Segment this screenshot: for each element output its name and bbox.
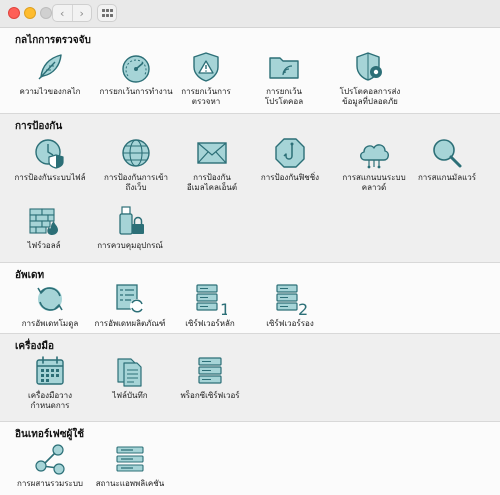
server-2-icon: 2 — [276, 284, 307, 316]
share-nodes-icon — [35, 444, 65, 475]
usb-lock-icon — [119, 206, 144, 235]
folder-wifi-icon — [269, 57, 299, 79]
log-files-icon — [117, 358, 142, 387]
item-label: เซิร์ฟเวอร์รอง — [266, 319, 314, 328]
item-label: เซิร์ฟเวอร์หลัก — [185, 319, 235, 328]
item-secure-protocols[interactable]: โปรโตคอลการส่ง ข้อมูลที่ปลอดภัย — [326, 50, 414, 107]
item-label: การสแกนมัลแวร์ — [417, 173, 477, 182]
item-label: การยกเว้นการ ตรวจหา — [181, 87, 231, 106]
preferences-window: ‹ › กลไกการตรวจจับ ความไวของกลไก การยกเว… — [0, 0, 500, 495]
item-file-system-protection[interactable]: การป้องกันระบบไฟล์ — [6, 136, 94, 183]
section-update: อัพเดท การอัพเดทโมดูล การอัพเดทผลิตภัณฑ์ — [0, 263, 500, 333]
item-application-statuses[interactable]: สถานะแอพพลิเคชัน — [86, 442, 174, 489]
title-bar: ‹ › — [0, 0, 500, 28]
close-window-button[interactable] — [8, 7, 20, 19]
zoom-window-button[interactable] — [40, 7, 52, 19]
server-1-icon: 1 — [196, 284, 227, 316]
item-device-control[interactable]: การควบคุมอุปกรณ์ — [86, 204, 174, 251]
hook-icon — [275, 138, 305, 168]
navigation-buttons: ‹ › — [52, 4, 92, 22]
section-title: อัพเดท — [15, 270, 45, 281]
gauge-icon — [122, 55, 150, 83]
envelope-icon — [197, 142, 227, 164]
item-engine-sensitivity[interactable]: ความไวของกลไก — [6, 50, 94, 97]
item-system-integration[interactable]: การผสานรวมระบบ — [6, 442, 94, 489]
grid-icon — [101, 8, 113, 17]
item-label: การอัพเดทโมดูล — [21, 319, 79, 328]
section-title: การป้องกัน — [15, 121, 63, 132]
shield-gear-icon — [356, 52, 382, 81]
item-label: การป้องกันการเข้า ถึงเว็บ — [103, 173, 169, 192]
section-title: อินเทอร์เฟซผู้ใช้ — [15, 429, 85, 440]
section-protection: การป้องกัน การป้องกันระบบไฟล์ การป้องกัน… — [0, 114, 500, 262]
item-label: การป้องกันระบบไฟล์ — [14, 173, 86, 182]
minimize-window-button[interactable] — [24, 7, 36, 19]
firewall-icon — [29, 208, 58, 235]
item-label: พร็อกซีเซิร์ฟเวอร์ — [180, 391, 240, 400]
item-web-access-protection[interactable]: การป้องกันการเข้า ถึงเว็บ — [92, 136, 180, 193]
calendar-icon — [36, 356, 64, 385]
show-all-button[interactable] — [97, 4, 117, 22]
item-label: เครื่องมือวาง กำหนดการ — [27, 391, 73, 410]
feather-icon — [38, 54, 62, 80]
item-label: การอัพเดทผลิตภัณฑ์ — [94, 319, 166, 328]
cloud-icon — [360, 144, 389, 169]
clock-shield-icon — [35, 139, 64, 169]
server-number: 1 — [220, 300, 227, 316]
status-list-icon — [116, 446, 144, 472]
item-product-updates[interactable]: การอัพเดทผลิตภัณฑ์ — [86, 282, 174, 329]
item-label: การป้องกันฟิชชิ่ง — [260, 173, 320, 182]
item-secondary-server[interactable]: 2 เซิร์ฟเวอร์รอง — [246, 282, 334, 329]
item-scheduler[interactable]: เครื่องมือวาง กำหนดการ — [6, 354, 94, 411]
item-primary-server[interactable]: 1 เซิร์ฟเวอร์หลัก — [166, 282, 254, 329]
section-title: เครื่องมือ — [15, 341, 54, 352]
proxy-server-icon — [198, 357, 222, 384]
product-update-icon — [116, 284, 144, 313]
item-email-client-protection[interactable]: การป้องกัน อีเมลไคลเอ็นต์ — [168, 136, 256, 193]
item-proxy-server[interactable]: พร็อกซีเซิร์ฟเวอร์ — [166, 354, 254, 401]
item-label: การป้องกัน อีเมลไคลเอ็นต์ — [186, 173, 238, 192]
section-user-interface: อินเทอร์เฟซผู้ใช้ การผสานรวมระบบ สถานะแอ… — [0, 422, 500, 495]
item-firewall[interactable]: ไฟร์วอลล์ — [0, 204, 88, 251]
section-tools: เครื่องมือ เครื่องมือวาง กำหนดการ ไฟล์บั — [0, 334, 500, 421]
section-title: กลไกการตรวจจับ — [15, 35, 91, 46]
back-button[interactable]: ‹ — [53, 5, 73, 21]
forward-button[interactable]: › — [73, 5, 92, 21]
item-label: การผสานรวมระบบ — [17, 479, 83, 488]
item-label: โปรโตคอลการส่ง ข้อมูลที่ปลอดภัย — [339, 87, 401, 106]
item-log-files[interactable]: ไฟล์บันทึก — [86, 354, 174, 401]
section-detection-engine: กลไกการตรวจจับ ความไวของกลไก การยกเว้นกา… — [0, 28, 500, 113]
warning-shield-icon — [193, 52, 219, 82]
item-label: ความไวของกลไก — [19, 87, 81, 96]
server-number: 2 — [298, 300, 307, 316]
item-antiphishing-protection[interactable]: การป้องกันฟิชชิ่ง — [246, 136, 334, 183]
item-label: สถานะแอพพลิเคชัน — [95, 479, 165, 488]
magnifier-icon — [433, 139, 462, 168]
item-label: การยกเว้น โปรโตคอล — [264, 87, 304, 106]
item-label: การสแกนบนระบบ คลาวด์ — [342, 173, 406, 192]
refresh-icon — [37, 287, 63, 311]
item-malware-scans[interactable]: การสแกนมัลแวร์ — [403, 136, 491, 183]
item-label: ไฟล์บันทึก — [112, 391, 148, 400]
item-detection-exclusions[interactable]: การยกเว้นการ ตรวจหา — [162, 50, 250, 107]
item-label: ไฟร์วอลล์ — [27, 241, 61, 250]
item-module-updates[interactable]: การอัพเดทโมดูล — [6, 282, 94, 329]
item-label: การควบคุมอุปกรณ์ — [97, 241, 163, 250]
item-protocol-exclusions[interactable]: การยกเว้น โปรโตคอล — [240, 50, 328, 107]
globe-icon — [122, 139, 150, 167]
